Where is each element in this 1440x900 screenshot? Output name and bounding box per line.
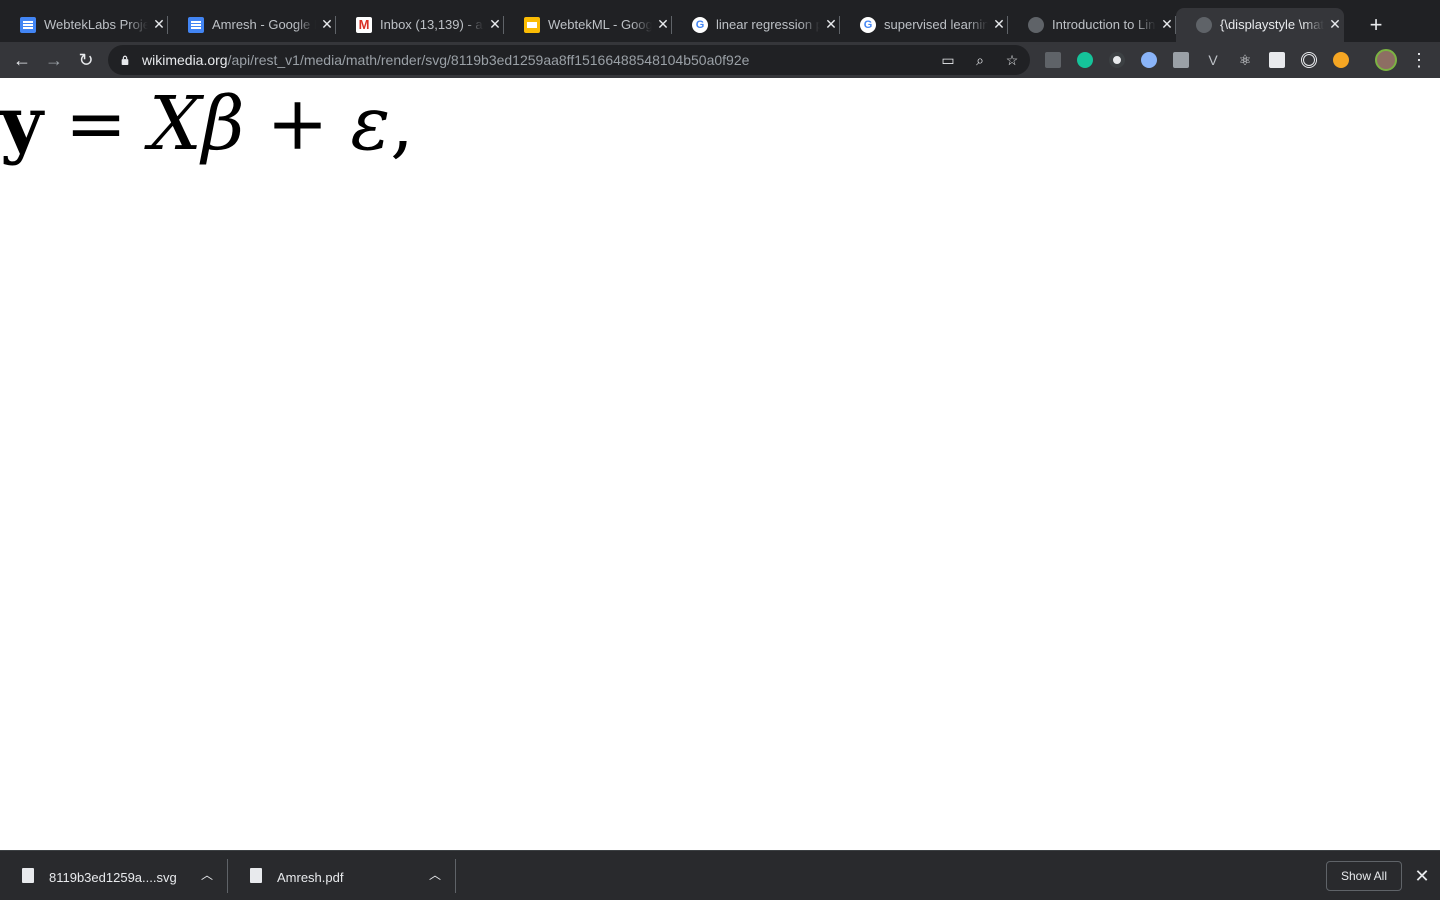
url-text[interactable]: wikimedia.org/api/rest_v1/media/math/ren…: [142, 52, 749, 68]
globe-icon: [1028, 17, 1044, 33]
lock-icon: [121, 55, 129, 65]
formula-beta: β: [201, 81, 245, 167]
url-host: wikimedia.org: [142, 52, 228, 68]
tab-inbox[interactable]: Inbox (13,139) - an ✕: [336, 8, 504, 42]
chevron-up-icon[interactable]: ︿: [426, 865, 444, 885]
formula-x: X: [149, 81, 202, 167]
close-icon[interactable]: ✕: [152, 17, 166, 31]
close-icon[interactable]: ✕: [656, 17, 670, 31]
docs-icon: [188, 17, 204, 33]
formula-comma: ,: [390, 81, 414, 167]
close-icon[interactable]: ✕: [992, 17, 1006, 31]
download-filename: Amresh.pdf: [277, 870, 344, 885]
tab-title: supervised learning: [884, 17, 988, 32]
gmail-icon: [356, 17, 372, 33]
more-menu-icon[interactable]: ⋮: [1410, 48, 1428, 72]
react-devtools-icon[interactable]: ⚛: [1237, 52, 1253, 68]
tab-title: {\displaystyle \math: [1220, 17, 1324, 32]
grammarly-icon[interactable]: [1077, 52, 1093, 68]
target-extension-icon[interactable]: [1301, 52, 1317, 68]
download-shelf: 8119b3ed1259a....svg ︿ Amresh.pdf ︿ Show…: [0, 850, 1440, 900]
tab-introduction[interactable]: Introduction to Line ✕: [1008, 8, 1176, 42]
tab-supervised-learning[interactable]: supervised learning ✕: [840, 8, 1008, 42]
docs-icon: [20, 17, 36, 33]
image-extension-icon[interactable]: [1269, 52, 1285, 68]
close-icon[interactable]: ✕: [824, 17, 838, 31]
close-icon[interactable]: ✕: [1412, 866, 1432, 886]
download-separator: [455, 859, 456, 893]
close-icon[interactable]: ✕: [1328, 17, 1342, 31]
download-item[interactable]: 8119b3ed1259a....svg ︿: [0, 851, 228, 900]
tab-strip: WebtekLabs Projec ✕ Amresh - Google D ✕ …: [0, 0, 1440, 42]
chevron-up-icon[interactable]: ︿: [198, 865, 216, 885]
formula-y: y: [0, 81, 43, 167]
google-icon: [692, 17, 708, 33]
back-arrow-icon[interactable]: ←: [10, 48, 34, 72]
download-item[interactable]: Amresh.pdf ︿: [228, 851, 456, 900]
drop-extension-icon[interactable]: [1141, 52, 1157, 68]
formula-equals: =: [65, 81, 128, 167]
formula-epsilon: ε: [350, 81, 391, 167]
formula-plus: +: [266, 81, 329, 167]
slides-icon: [524, 17, 540, 33]
globe-icon: [1196, 17, 1212, 33]
pdf-file-icon: [250, 868, 262, 883]
address-bar[interactable]: wikimedia.org/api/rest_v1/media/math/ren…: [108, 45, 1030, 75]
close-icon[interactable]: ✕: [1160, 17, 1174, 31]
bookmark-star-icon[interactable]: ☆: [1004, 52, 1020, 68]
tab-webtekml[interactable]: WebtekML - Googl ✕: [504, 8, 672, 42]
google-icon: [860, 17, 876, 33]
reload-icon[interactable]: ↻: [74, 48, 98, 72]
tab-title: WebtekLabs Projec: [44, 17, 148, 32]
forward-arrow-icon[interactable]: →: [42, 48, 66, 72]
cast-devices-icon[interactable]: ▭: [940, 52, 956, 68]
cookie-extension-icon[interactable]: [1333, 52, 1349, 68]
tab-title: Introduction to Line: [1052, 17, 1156, 32]
tab-displaystyle-active[interactable]: {\displaystyle \math ✕: [1176, 8, 1344, 42]
tab-title: linear regression pr: [716, 17, 820, 32]
vue-devtools-icon[interactable]: V: [1205, 52, 1221, 68]
cart-extension-icon[interactable]: [1045, 52, 1061, 68]
zoom-icon[interactable]: ⌕: [972, 52, 988, 68]
tab-linear-regression[interactable]: linear regression pr ✕: [672, 8, 840, 42]
file-icon: [22, 868, 34, 883]
new-tab-plus-icon[interactable]: +: [1364, 14, 1388, 38]
tab-title: Amresh - Google D: [212, 17, 316, 32]
tab-title: WebtekML - Googl: [548, 17, 652, 32]
page-content: y = Xβ + ε,: [0, 78, 1440, 850]
tab-amresh-doc[interactable]: Amresh - Google D ✕: [168, 8, 336, 42]
eye-extension-icon[interactable]: [1109, 52, 1125, 68]
close-icon[interactable]: ✕: [488, 17, 502, 31]
ruler-extension-icon[interactable]: [1173, 52, 1189, 68]
download-filename: 8119b3ed1259a....svg: [49, 870, 177, 885]
browser-toolbar: ← → ↻ wikimedia.org/api/rest_v1/media/ma…: [0, 42, 1440, 78]
tab-title: Inbox (13,139) - an: [380, 17, 484, 32]
regression-formula: y = Xβ + ε,: [0, 82, 414, 166]
profile-avatar[interactable]: [1375, 49, 1397, 71]
url-path: /api/rest_v1/media/math/render/svg/8119b…: [227, 52, 750, 68]
close-icon[interactable]: ✕: [320, 17, 334, 31]
tab-webteklabs[interactable]: WebtekLabs Projec ✕: [0, 8, 168, 42]
show-all-button[interactable]: Show All: [1326, 861, 1402, 891]
